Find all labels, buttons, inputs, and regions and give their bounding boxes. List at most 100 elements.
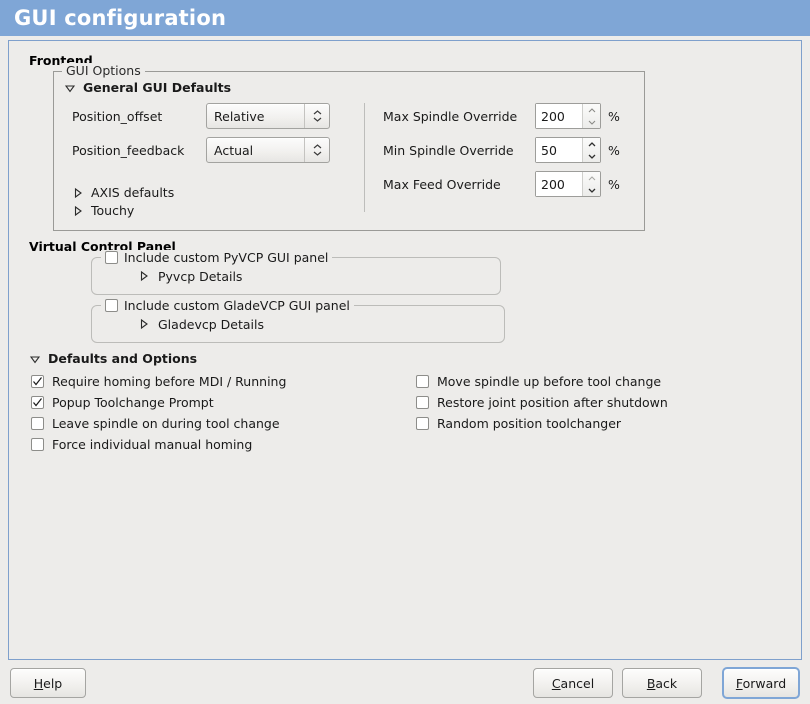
min-spindle-override-unit: %	[608, 142, 620, 158]
gui-options-right-column: Max Spindle Override 200 % Min Spindle O…	[365, 103, 634, 218]
checkbox-box[interactable]	[416, 375, 429, 388]
checkbox-move-spindle-up-label: Move spindle up before tool change	[437, 374, 662, 389]
chevron-updown-icon	[304, 104, 329, 128]
help-button-label: elp	[43, 675, 63, 691]
max-feed-override-unit: %	[608, 176, 620, 192]
defaults-options-left-column: Require homing before MDI / Running Popu…	[31, 371, 416, 455]
defaults-options-grid: Require homing before MDI / Running Popu…	[31, 371, 791, 455]
checkbox-require-homing[interactable]: Require homing before MDI / Running	[31, 371, 416, 392]
expander-defaults-and-options[interactable]: Defaults and Options	[29, 350, 791, 366]
gui-options-columns: Position_offset Relative Position_feedba…	[64, 102, 634, 218]
checkbox-box[interactable]	[105, 298, 118, 312]
position-offset-value: Relative	[214, 108, 265, 124]
pyvcp-panel-frame: Include custom PyVCP GUI panel Pyvcp Det…	[91, 249, 501, 295]
window-titlebar: GUI configuration	[0, 0, 810, 36]
checkbox-require-homing-label: Require homing before MDI / Running	[52, 374, 287, 389]
spinner-down-icon[interactable]	[583, 150, 600, 162]
position-feedback-combobox[interactable]: Actual	[206, 137, 330, 163]
field-position-offset: Position_offset Relative	[72, 103, 364, 130]
checkbox-box[interactable]	[31, 438, 44, 451]
gladevcp-details-label: Gladevcp Details	[158, 316, 264, 332]
expander-touchy-label: Touchy	[91, 203, 135, 218]
checkbox-box[interactable]	[105, 250, 118, 264]
forward-button[interactable]: Forward	[722, 667, 800, 699]
field-max-feed-override: Max Feed Override 200 %	[383, 171, 634, 198]
expander-general-gui-defaults[interactable]: General GUI Defaults	[64, 80, 634, 95]
checkbox-box[interactable]	[31, 417, 44, 430]
forward-button-label: orward	[742, 675, 787, 691]
position-offset-combobox[interactable]: Relative	[206, 103, 330, 129]
defaults-options-right-column: Move spindle up before tool change Resto…	[416, 371, 668, 455]
triangle-right-icon	[72, 187, 84, 199]
spinner-up-icon[interactable]	[583, 172, 600, 184]
back-button[interactable]: Back	[622, 668, 702, 698]
window-title: GUI configuration	[14, 6, 227, 30]
pyvcp-include-label: Include custom PyVCP GUI panel	[124, 249, 329, 265]
checkbox-restore-joint-position[interactable]: Restore joint position after shutdown	[416, 392, 668, 413]
min-spindle-override-label: Min Spindle Override	[383, 142, 514, 158]
expander-touchy[interactable]: Touchy	[72, 203, 364, 218]
gui-options-left-column: Position_offset Relative Position_feedba…	[64, 103, 364, 218]
field-min-spindle-override: Min Spindle Override 50 %	[383, 137, 634, 164]
checkbox-box[interactable]	[416, 396, 429, 409]
expander-axis-defaults-label: AXIS defaults	[91, 184, 175, 200]
spinner-up-icon[interactable]	[583, 138, 600, 150]
expander-pyvcp-details[interactable]: Pyvcp Details	[138, 269, 242, 284]
pyvcp-include-checkbox[interactable]: Include custom PyVCP GUI panel	[101, 249, 333, 265]
spinner-buttons[interactable]	[582, 138, 600, 162]
checkbox-leave-spindle-on-label: Leave spindle on during tool change	[52, 416, 280, 431]
gui-options-group-title: GUI Options	[62, 63, 145, 78]
checkbox-random-position-toolchanger-label: Random position toolchanger	[437, 416, 622, 431]
spinner-down-icon[interactable]	[583, 184, 600, 196]
checkbox-leave-spindle-on[interactable]: Leave spindle on during tool change	[31, 413, 416, 434]
expander-gladevcp-details[interactable]: Gladevcp Details	[138, 317, 264, 332]
spinner-down-icon[interactable]	[583, 116, 600, 128]
position-feedback-label: Position_feedback	[72, 142, 185, 158]
min-spindle-override-spinbox[interactable]: 50	[535, 137, 601, 163]
triangle-down-icon	[64, 82, 76, 94]
gladevcp-include-label: Include custom GladeVCP GUI panel	[124, 297, 350, 313]
triangle-right-icon	[138, 318, 150, 330]
cancel-button[interactable]: Cancel	[533, 668, 613, 698]
help-button-mnemonic: H	[33, 675, 44, 691]
max-feed-override-spinbox[interactable]: 200	[535, 171, 601, 197]
checkbox-popup-toolchange-prompt[interactable]: Popup Toolchange Prompt	[31, 392, 416, 413]
spinner-buttons[interactable]	[582, 104, 600, 128]
gui-options-group: GUI Options General GUI Defaults Positio…	[53, 63, 645, 231]
checkbox-restore-joint-position-label: Restore joint position after shutdown	[437, 395, 668, 410]
field-max-spindle-override: Max Spindle Override 200 %	[383, 103, 634, 130]
field-position-feedback: Position_feedback Actual	[72, 137, 364, 164]
cancel-button-mnemonic: C	[551, 675, 561, 691]
spinner-up-icon[interactable]	[583, 104, 600, 116]
gladevcp-panel-frame: Include custom GladeVCP GUI panel Gladev…	[91, 297, 505, 343]
gladevcp-include-checkbox[interactable]: Include custom GladeVCP GUI panel	[101, 297, 354, 313]
checkbox-random-position-toolchanger[interactable]: Random position toolchanger	[416, 413, 668, 434]
checkbox-force-individual-homing-label: Force individual manual homing	[52, 437, 253, 452]
help-button[interactable]: Help	[10, 668, 86, 698]
expander-defaults-and-options-label: Defaults and Options	[48, 350, 198, 366]
checkbox-force-individual-homing[interactable]: Force individual manual homing	[31, 434, 416, 455]
position-offset-label: Position_offset	[72, 108, 163, 124]
main-content-panel: Frontend GUI Options General GUI Default…	[8, 40, 802, 660]
spinner-buttons[interactable]	[582, 172, 600, 196]
position-feedback-value: Actual	[214, 142, 254, 158]
min-spindle-override-value: 50	[536, 138, 582, 162]
forward-button-mnemonic: F	[735, 675, 743, 691]
triangle-down-icon	[29, 353, 41, 365]
pyvcp-details-label: Pyvcp Details	[158, 268, 243, 284]
checkbox-box[interactable]	[31, 396, 44, 409]
cancel-button-label: ancel	[560, 675, 595, 691]
chevron-updown-icon	[304, 138, 329, 162]
dialog-button-bar: Help Cancel Back Forward	[0, 662, 810, 704]
max-feed-override-value: 200	[536, 172, 582, 196]
max-spindle-override-spinbox[interactable]: 200	[535, 103, 601, 129]
max-spindle-override-value: 200	[536, 104, 582, 128]
checkbox-move-spindle-up[interactable]: Move spindle up before tool change	[416, 371, 668, 392]
expander-general-gui-defaults-label: General GUI Defaults	[83, 80, 232, 95]
checkbox-box[interactable]	[416, 417, 429, 430]
triangle-right-icon	[72, 205, 84, 217]
checkbox-popup-toolchange-prompt-label: Popup Toolchange Prompt	[52, 395, 214, 410]
max-spindle-override-unit: %	[608, 108, 620, 124]
checkbox-box[interactable]	[31, 375, 44, 388]
expander-axis-defaults[interactable]: AXIS defaults	[72, 184, 364, 200]
